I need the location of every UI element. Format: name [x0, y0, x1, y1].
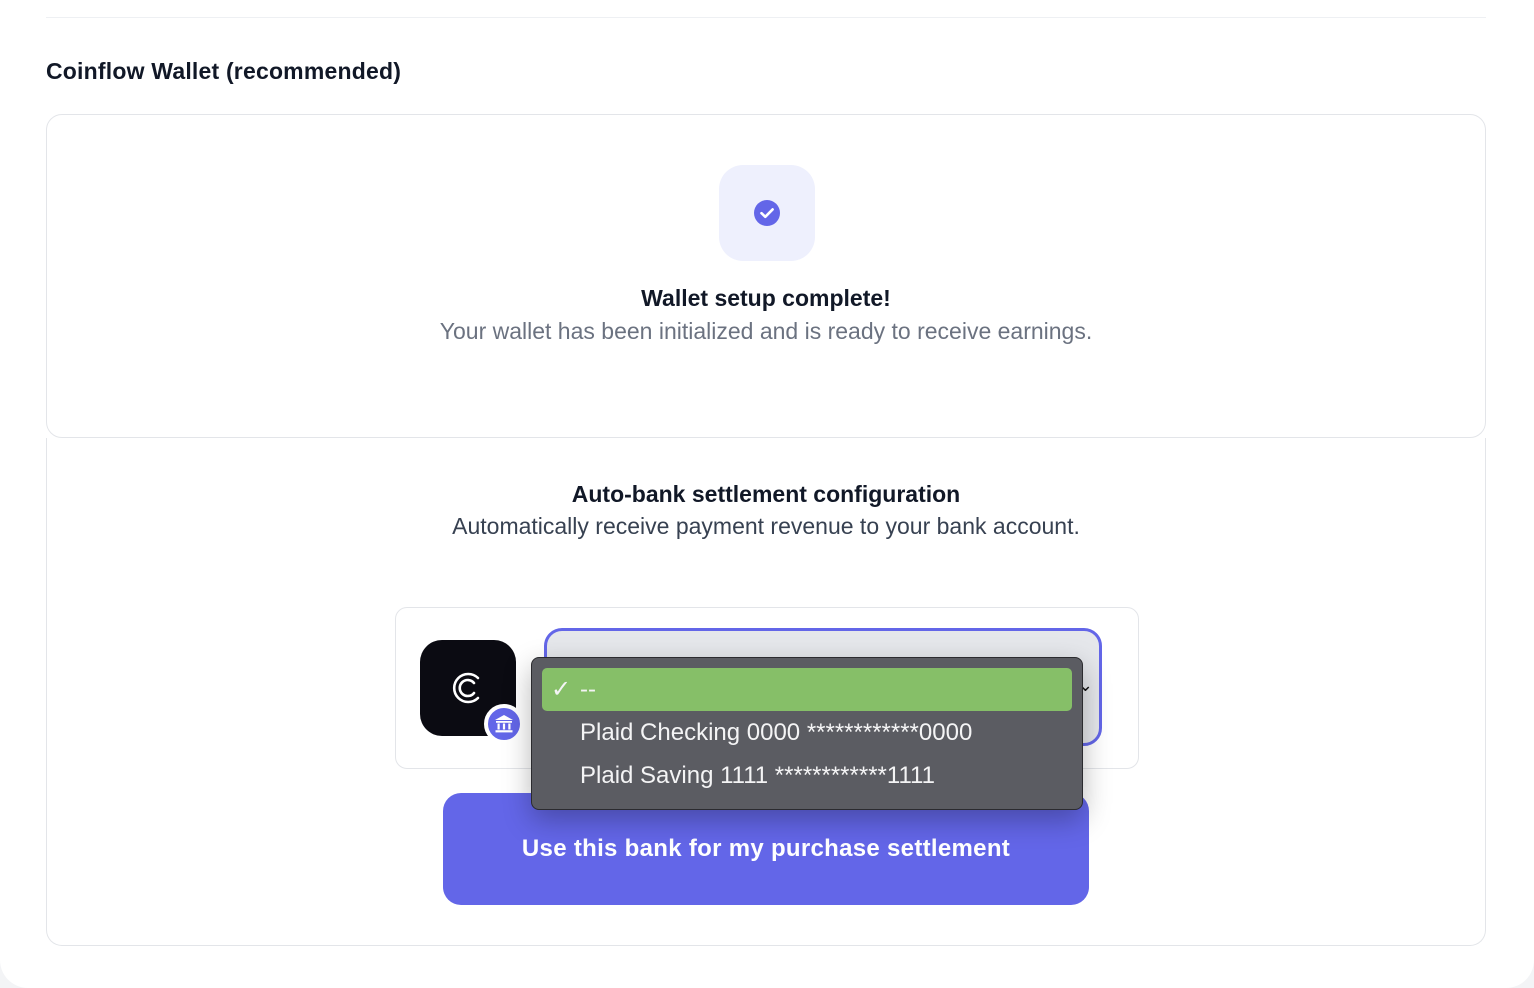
wallet-status-card: Wallet setup complete! Your wallet has b… — [46, 114, 1486, 438]
dropdown-option[interactable]: Plaid Saving 1111 ************1111 — [542, 754, 1072, 797]
page: Coinflow Wallet (recommended) Wallet set… — [0, 0, 1534, 988]
settlement-description: Automatically receive payment revenue to… — [452, 513, 1080, 539]
top-divider — [46, 17, 1486, 18]
dropdown-option-label: Plaid Saving 1111 ************1111 — [580, 761, 935, 789]
section-title: Coinflow Wallet (recommended) — [46, 58, 402, 84]
wallet-description: Your wallet has been initialized and is … — [439, 318, 1093, 344]
check-tile — [719, 165, 815, 261]
dropdown-option-label: -- — [580, 675, 596, 703]
wallet-heading: Wallet setup complete! — [641, 285, 891, 311]
coinflow-logo-icon — [452, 672, 480, 704]
bank-icon — [495, 715, 513, 733]
dropdown-option[interactable]: ✓ -- — [542, 668, 1072, 711]
bank-badge — [484, 704, 524, 744]
settlement-heading: Auto-bank settlement configuration — [571, 481, 961, 507]
dropdown-option[interactable]: Plaid Checking 0000 ************0000 — [542, 711, 1072, 754]
bank-account-dropdown: ✓ -- Plaid Checking 0000 ************000… — [531, 657, 1083, 810]
check-circle-icon — [754, 200, 780, 226]
dropdown-option-label: Plaid Checking 0000 ************0000 — [580, 718, 973, 746]
checkmark-icon: ✓ — [551, 676, 572, 703]
